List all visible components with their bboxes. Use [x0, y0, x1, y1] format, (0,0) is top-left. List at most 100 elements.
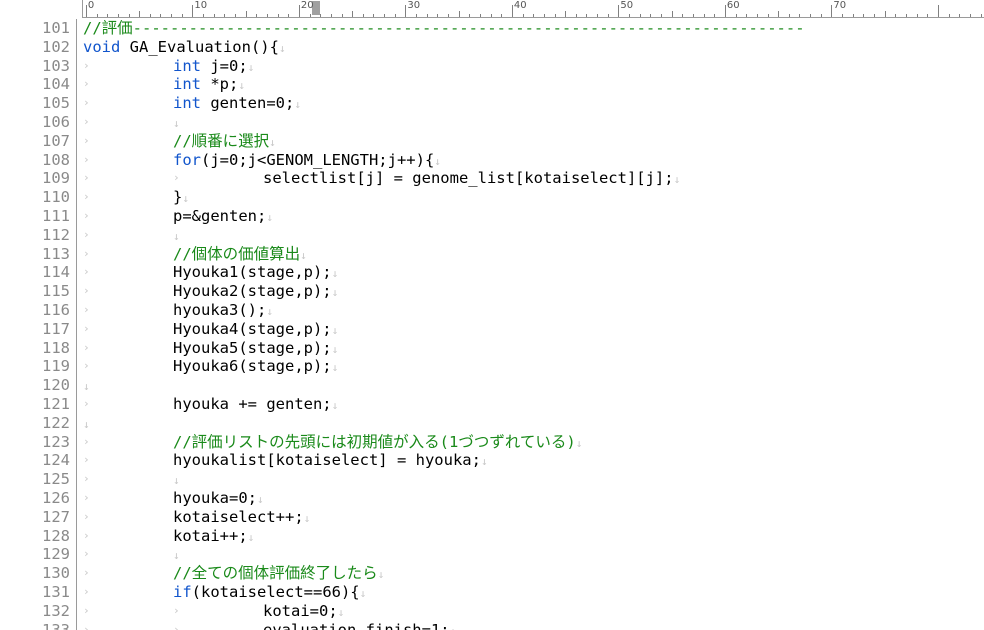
ruler-tick: [341, 14, 343, 17]
code-line[interactable]: 128 › kotai++;↓: [0, 526, 984, 546]
code-content: for(j=0;j<GENOM_LENGTH;j++){↓: [83, 151, 441, 169]
code-line[interactable]: 108 › for(j=0;j<GENOM_LENGTH;j++){↓: [0, 150, 984, 170]
code-text[interactable]: › for(j=0;j<GENOM_LENGTH;j++){↓: [83, 151, 984, 170]
code-line[interactable]: 101 //評価---------------------------------…: [0, 19, 984, 38]
code-text[interactable]: › hyouka += genten;↓: [83, 395, 984, 414]
code-token: GA_Evaluation(){: [120, 37, 279, 56]
code-line[interactable]: 112 › ↓: [0, 225, 984, 245]
code-text[interactable]: ›//全ての個体評価終了したら↓: [83, 564, 984, 583]
code-text[interactable]: › p=&genten;↓: [83, 207, 984, 226]
code-text[interactable]: › ↓: [83, 226, 984, 245]
ruler-tick: [511, 5, 513, 17]
code-line[interactable]: 114 › Hyouka1(stage,p);↓: [0, 263, 984, 283]
code-text[interactable]: › ↓: [83, 470, 984, 489]
code-line[interactable]: 120 ↓: [0, 376, 984, 395]
code-text[interactable]: › ↓: [83, 113, 984, 132]
code-text[interactable]: › int j=0;↓: [83, 57, 984, 76]
code-text[interactable]: › kotai++;↓: [83, 527, 984, 546]
ruler-tick: [980, 14, 982, 17]
line-number: 108: [42, 150, 70, 169]
code-line[interactable]: 103 › int j=0;↓: [0, 56, 984, 76]
code-text[interactable]: ›//評価リストの先頭には初期値が入る(1づつずれている)↓: [83, 433, 984, 452]
code-text[interactable]: ›}↓: [83, 188, 984, 207]
gutter-separator: [76, 75, 77, 95]
gutter-separator: [76, 413, 77, 433]
code-text[interactable]: › hyouka3();↓: [83, 301, 984, 320]
code-line[interactable]: 125 › ↓: [0, 470, 984, 489]
code-token: *p;: [201, 75, 239, 94]
code-line[interactable]: 116 › hyouka3();↓: [0, 300, 984, 320]
code-line[interactable]: 102 void GA_Evaluation(){↓: [0, 37, 984, 57]
ruler-tick: [107, 14, 109, 17]
code-text[interactable]: ››evaluation_finish=1;↓: [83, 621, 984, 630]
code-line[interactable]: 118 › Hyouka5(stage,p);↓: [0, 338, 984, 358]
code-line[interactable]: 126 › hyouka=0;↓: [0, 488, 984, 508]
ruler-gutter: [0, 0, 82, 18]
code-line[interactable]: 104 › int *p;↓: [0, 75, 984, 95]
code-line[interactable]: 129 › ↓: [0, 545, 984, 565]
code-line[interactable]: 122 ↓: [0, 413, 984, 433]
code-line[interactable]: 106 › ↓: [0, 112, 984, 132]
code-line[interactable]: 132 › › kotai=0;↓: [0, 601, 984, 621]
code-line[interactable]: 109 › › selectlist[j] = genome_list[kotaise…: [0, 169, 984, 189]
code-text[interactable]: › int *p;↓: [83, 75, 984, 94]
code-line[interactable]: 133››evaluation_finish=1;↓: [0, 620, 984, 630]
code-line[interactable]: 127 › kotaiselect++;↓: [0, 507, 984, 527]
code-token: Hyouka2(stage,p);: [173, 282, 332, 301]
eol-marker-icon: ↓: [300, 248, 307, 262]
ruler-label: 50: [620, 0, 634, 11]
gutter-separator: [76, 169, 77, 189]
code-line[interactable]: 130 ›//全ての個体評価終了したら↓: [0, 564, 984, 583]
ruler-tick: [639, 14, 641, 17]
ruler-tick: [181, 14, 183, 17]
column-ruler[interactable]: 0 10 20 30 40 50 60 70: [81, 0, 984, 18]
code-text[interactable]: › hyouka=0;↓: [83, 489, 984, 508]
tab-marker-icon: ›: [83, 321, 90, 335]
code-text[interactable]: › › kotai=0;↓: [83, 602, 984, 621]
ruler-row: 0 10 20 30 40 50 60 70: [0, 0, 984, 18]
eol-marker-icon: ↓: [331, 323, 339, 337]
code-text[interactable]: //評価------------------------------------…: [83, 19, 984, 38]
code-text[interactable]: › hyoukalist[kotaiselect] = hyouka;↓: [83, 451, 984, 470]
code-lines[interactable]: 101 //評価---------------------------------…: [0, 19, 984, 630]
code-content: //順番に選択↓: [83, 132, 276, 150]
code-text[interactable]: › kotaiselect++;↓: [83, 508, 984, 527]
code-text[interactable]: › int genten=0;↓: [83, 94, 984, 113]
code-text[interactable]: ›//順番に選択↓: [83, 132, 984, 151]
ruler-tick: [416, 14, 418, 17]
code-text[interactable]: › Hyouka4(stage,p);↓: [83, 320, 984, 339]
code-text[interactable]: › Hyouka1(stage,p);↓: [83, 263, 984, 282]
gutter-separator: [76, 488, 77, 508]
code-text[interactable]: ↓: [83, 376, 984, 395]
code-line[interactable]: 124 › hyoukalist[kotaiselect] = hyouka;↓: [0, 451, 984, 471]
code-line[interactable]: 110 ›}↓: [0, 188, 984, 207]
code-text[interactable]: › Hyouka2(stage,p);↓: [83, 282, 984, 301]
code-text[interactable]: › Hyouka6(stage,p);↓: [83, 357, 984, 376]
code-editor[interactable]: 0 10 20 30 40 50 60 70 101 //評価-----------------…: [0, 0, 984, 630]
code-line[interactable]: 121 › hyouka += genten;↓: [0, 394, 984, 414]
eol-marker-icon: ↓: [173, 474, 180, 488]
code-line[interactable]: 107 ›//順番に選択↓: [0, 131, 984, 151]
code-line[interactable]: 123 ›//評価リストの先頭には初期値が入る(1づつずれている)↓: [0, 432, 984, 452]
ruler-tick: [266, 14, 268, 17]
code-line[interactable]: 117 › Hyouka4(stage,p);↓: [0, 319, 984, 339]
code-text[interactable]: void GA_Evaluation(){↓: [83, 38, 984, 57]
code-text[interactable]: › if(kotaiselect==66){↓: [83, 583, 984, 602]
code-line[interactable]: 115 › Hyouka2(stage,p);↓: [0, 282, 984, 301]
gutter-separator: [76, 357, 77, 377]
gutter-separator: [76, 376, 77, 395]
eol-marker-icon: ↓: [247, 530, 255, 544]
gutter-separator: [76, 338, 77, 358]
code-text[interactable]: ›//個体の価値算出↓: [83, 245, 984, 264]
code-text[interactable]: › Hyouka5(stage,p);↓: [83, 339, 984, 358]
code-text[interactable]: › › selectlist[j] = genome_list[kotaiselec…: [83, 169, 984, 188]
ruler-tick: [160, 14, 162, 17]
code-line[interactable]: 105 › int genten=0;↓: [0, 94, 984, 113]
code-text[interactable]: ↓: [83, 414, 984, 433]
code-line[interactable]: 131 › if(kotaiselect==66){↓: [0, 582, 984, 602]
tab-marker-icon: ›: [83, 96, 90, 110]
code-text[interactable]: › ↓: [83, 545, 984, 564]
code-line[interactable]: 111 › p=&genten;↓: [0, 206, 984, 226]
code-line[interactable]: 113 ›//個体の価値算出↓: [0, 244, 984, 264]
code-line[interactable]: 119 › Hyouka6(stage,p);↓: [0, 357, 984, 377]
